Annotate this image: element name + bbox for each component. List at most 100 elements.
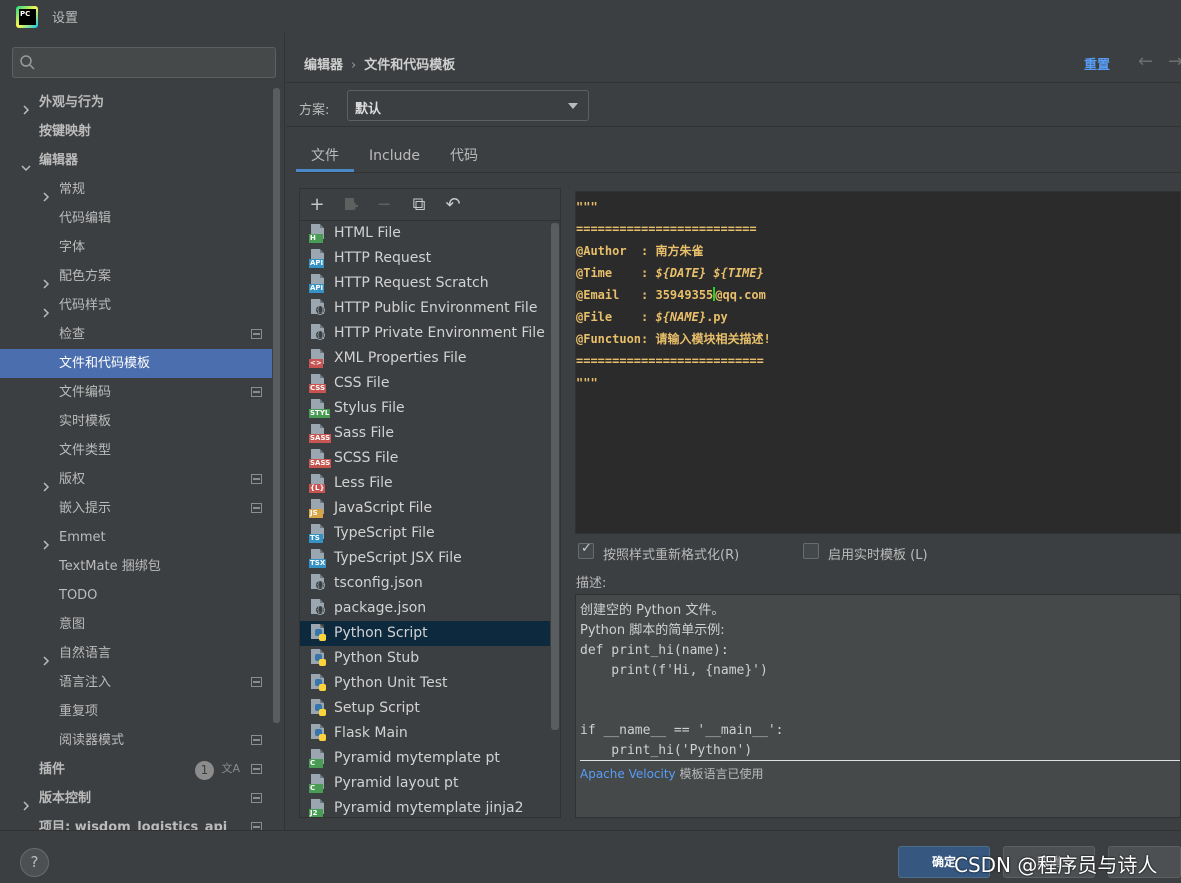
live-templates-checkbox[interactable] (803, 543, 819, 559)
sidebar-item[interactable]: 插件 1 文A (0, 755, 272, 784)
template-list-item[interactable]: C Pyramid mytemplate pt (300, 746, 550, 771)
sidebar-item[interactable]: 文件类型 (0, 436, 272, 465)
divider (580, 760, 1180, 761)
template-list-item[interactable]: H HTML File (300, 221, 550, 246)
velocity-link[interactable]: Apache Velocity (580, 767, 676, 781)
template-list-item[interactable]: Python Stub (300, 646, 550, 671)
forward-arrow-icon[interactable]: → (1168, 51, 1181, 72)
sidebar-item[interactable]: TODO (0, 581, 272, 610)
reset-link[interactable]: 重置 (1084, 54, 1110, 73)
sidebar-item[interactable]: 版本控制 (0, 784, 272, 813)
template-list-item[interactable]: SASS SCSS File (300, 446, 550, 471)
description-footer: Apache Velocity 模板语言已使用 (580, 765, 763, 782)
template-list-item[interactable]: TS TypeScript File (300, 521, 550, 546)
template-list-item[interactable]: TSX TypeScript JSX File (300, 546, 550, 571)
chevron-right-icon[interactable] (21, 793, 31, 811)
chevron-down-icon[interactable] (21, 155, 31, 172)
sidebar-item[interactable]: 文件和代码模板 (0, 349, 272, 378)
template-list-item[interactable]: J2 Pyramid mytemplate jinja2 (300, 796, 550, 817)
description-label: 描述: (576, 576, 607, 591)
chevron-right-icon[interactable] (41, 474, 51, 492)
sidebar-item-label: 常规 (59, 182, 86, 197)
sidebar-item[interactable]: 语言注入 (0, 668, 272, 697)
template-list-item[interactable]: {} tsconfig.json (300, 571, 550, 596)
breadcrumb: 编辑器 › 文件和代码模板 (304, 54, 455, 73)
sidebar-item[interactable]: 检查 (0, 320, 272, 349)
tab-code[interactable]: 代码 (435, 140, 493, 172)
chevron-right-icon[interactable] (21, 97, 31, 115)
template-list-item[interactable]: C Pyramid layout pt (300, 771, 550, 796)
template-editor[interactable]: """ ========================= @Author : 南方… (575, 191, 1181, 534)
sidebar-item[interactable]: TextMate 捆绑包 (0, 552, 272, 581)
file-type-icon: JS (309, 499, 327, 518)
sidebar-item-label: 文件类型 (59, 443, 112, 458)
breadcrumb-item-editor[interactable]: 编辑器 (304, 58, 343, 73)
sidebar-item[interactable]: 代码编辑 (0, 204, 272, 233)
live-templates-label[interactable]: 启用实时模板 (L) (828, 544, 928, 563)
template-list-item[interactable]: {} package.json (300, 596, 550, 621)
sidebar-scrollbar[interactable] (273, 88, 280, 723)
chevron-right-icon[interactable] (41, 648, 51, 666)
template-list-item[interactable]: Flask Main (300, 721, 550, 746)
chevron-right-icon[interactable] (41, 300, 51, 318)
template-list-item[interactable]: API HTTP Request (300, 246, 550, 271)
chevron-right-icon[interactable] (21, 822, 31, 830)
sidebar-item[interactable]: 文件编码 (0, 378, 272, 407)
reformat-checkbox[interactable] (578, 541, 594, 559)
python-file-icon (309, 724, 327, 743)
reformat-label[interactable]: 按照样式重新格式化(R) (603, 544, 739, 563)
sidebar-item[interactable]: 重复项 (0, 697, 272, 726)
template-name: JavaScript File (334, 500, 433, 516)
add-icon[interactable]: + (306, 194, 328, 216)
chevron-right-icon[interactable] (41, 184, 51, 202)
template-list-item[interactable]: Python Script (300, 621, 550, 646)
sidebar-item[interactable]: 意图 (0, 610, 272, 639)
sidebar-item[interactable]: 版权 (0, 465, 272, 494)
template-list-item[interactable]: Setup Script (300, 696, 550, 721)
sidebar-item[interactable]: 按键映射 (0, 117, 272, 146)
template-name: HTTP Request Scratch (334, 275, 489, 291)
project-settings-icon (251, 735, 262, 745)
sidebar-item[interactable]: 自然语言 (0, 639, 272, 668)
template-list-item[interactable]: SASS Sass File (300, 421, 550, 446)
sidebar-item[interactable]: 实时模板 (0, 407, 272, 436)
chevron-right-icon[interactable] (41, 271, 51, 289)
sidebar-item[interactable]: 嵌入提示 (0, 494, 272, 523)
template-list-item[interactable]: API HTTP Request Scratch (300, 271, 550, 296)
search-input[interactable] (12, 47, 276, 78)
help-button[interactable]: ? (20, 848, 49, 877)
sidebar-item[interactable]: 项目: wisdom_logistics_api (0, 813, 272, 830)
chevron-right-icon[interactable] (41, 532, 51, 550)
copy-icon[interactable]: ⧉ (408, 194, 430, 216)
sidebar-item[interactable]: 常规 (0, 175, 272, 204)
template-list-item[interactable]: JS JavaScript File (300, 496, 550, 521)
sidebar-item[interactable]: Emmet (0, 523, 272, 552)
tab-include[interactable]: Include (354, 140, 435, 172)
template-list-item[interactable]: CSS CSS File (300, 371, 550, 396)
template-list-item[interactable]: STYL Stylus File (300, 396, 550, 421)
sidebar-item[interactable]: 外观与行为 (0, 88, 272, 117)
template-list-item[interactable]: Python Unit Test (300, 671, 550, 696)
list-scrollbar[interactable] (551, 223, 559, 730)
template-list-item[interactable]: {L} Less File (300, 471, 550, 496)
code-line: @Email : 35949355 @qq.com (576, 287, 766, 302)
sidebar-item[interactable]: 代码样式 (0, 291, 272, 320)
sidebar-item[interactable]: 字体 (0, 233, 272, 262)
scheme-dropdown[interactable]: 默认 (347, 90, 589, 121)
template-code[interactable]: """ ========================= @Author : 南方… (576, 196, 771, 394)
template-list-item[interactable]: {} HTTP Private Environment File (300, 321, 550, 346)
template-list-item[interactable]: {} HTTP Public Environment File (300, 296, 550, 321)
file-type-icon: <> (309, 349, 327, 368)
template-name: CSS File (334, 375, 390, 391)
sidebar-item[interactable]: 阅读器模式 (0, 726, 272, 755)
template-list-item[interactable]: <> XML Properties File (300, 346, 550, 371)
project-settings-icon (251, 387, 262, 397)
tab-files[interactable]: 文件 (296, 140, 354, 172)
sidebar-item-label: 嵌入提示 (59, 501, 112, 516)
revert-icon[interactable]: ↶ (442, 194, 464, 216)
sidebar-item[interactable]: 配色方案 (0, 262, 272, 291)
back-arrow-icon[interactable]: ← (1138, 51, 1153, 72)
template-list: H HTML File API HTTP Request API HTTP Request… (300, 221, 550, 817)
divider (286, 126, 1181, 127)
sidebar-item[interactable]: 编辑器 (0, 146, 272, 175)
